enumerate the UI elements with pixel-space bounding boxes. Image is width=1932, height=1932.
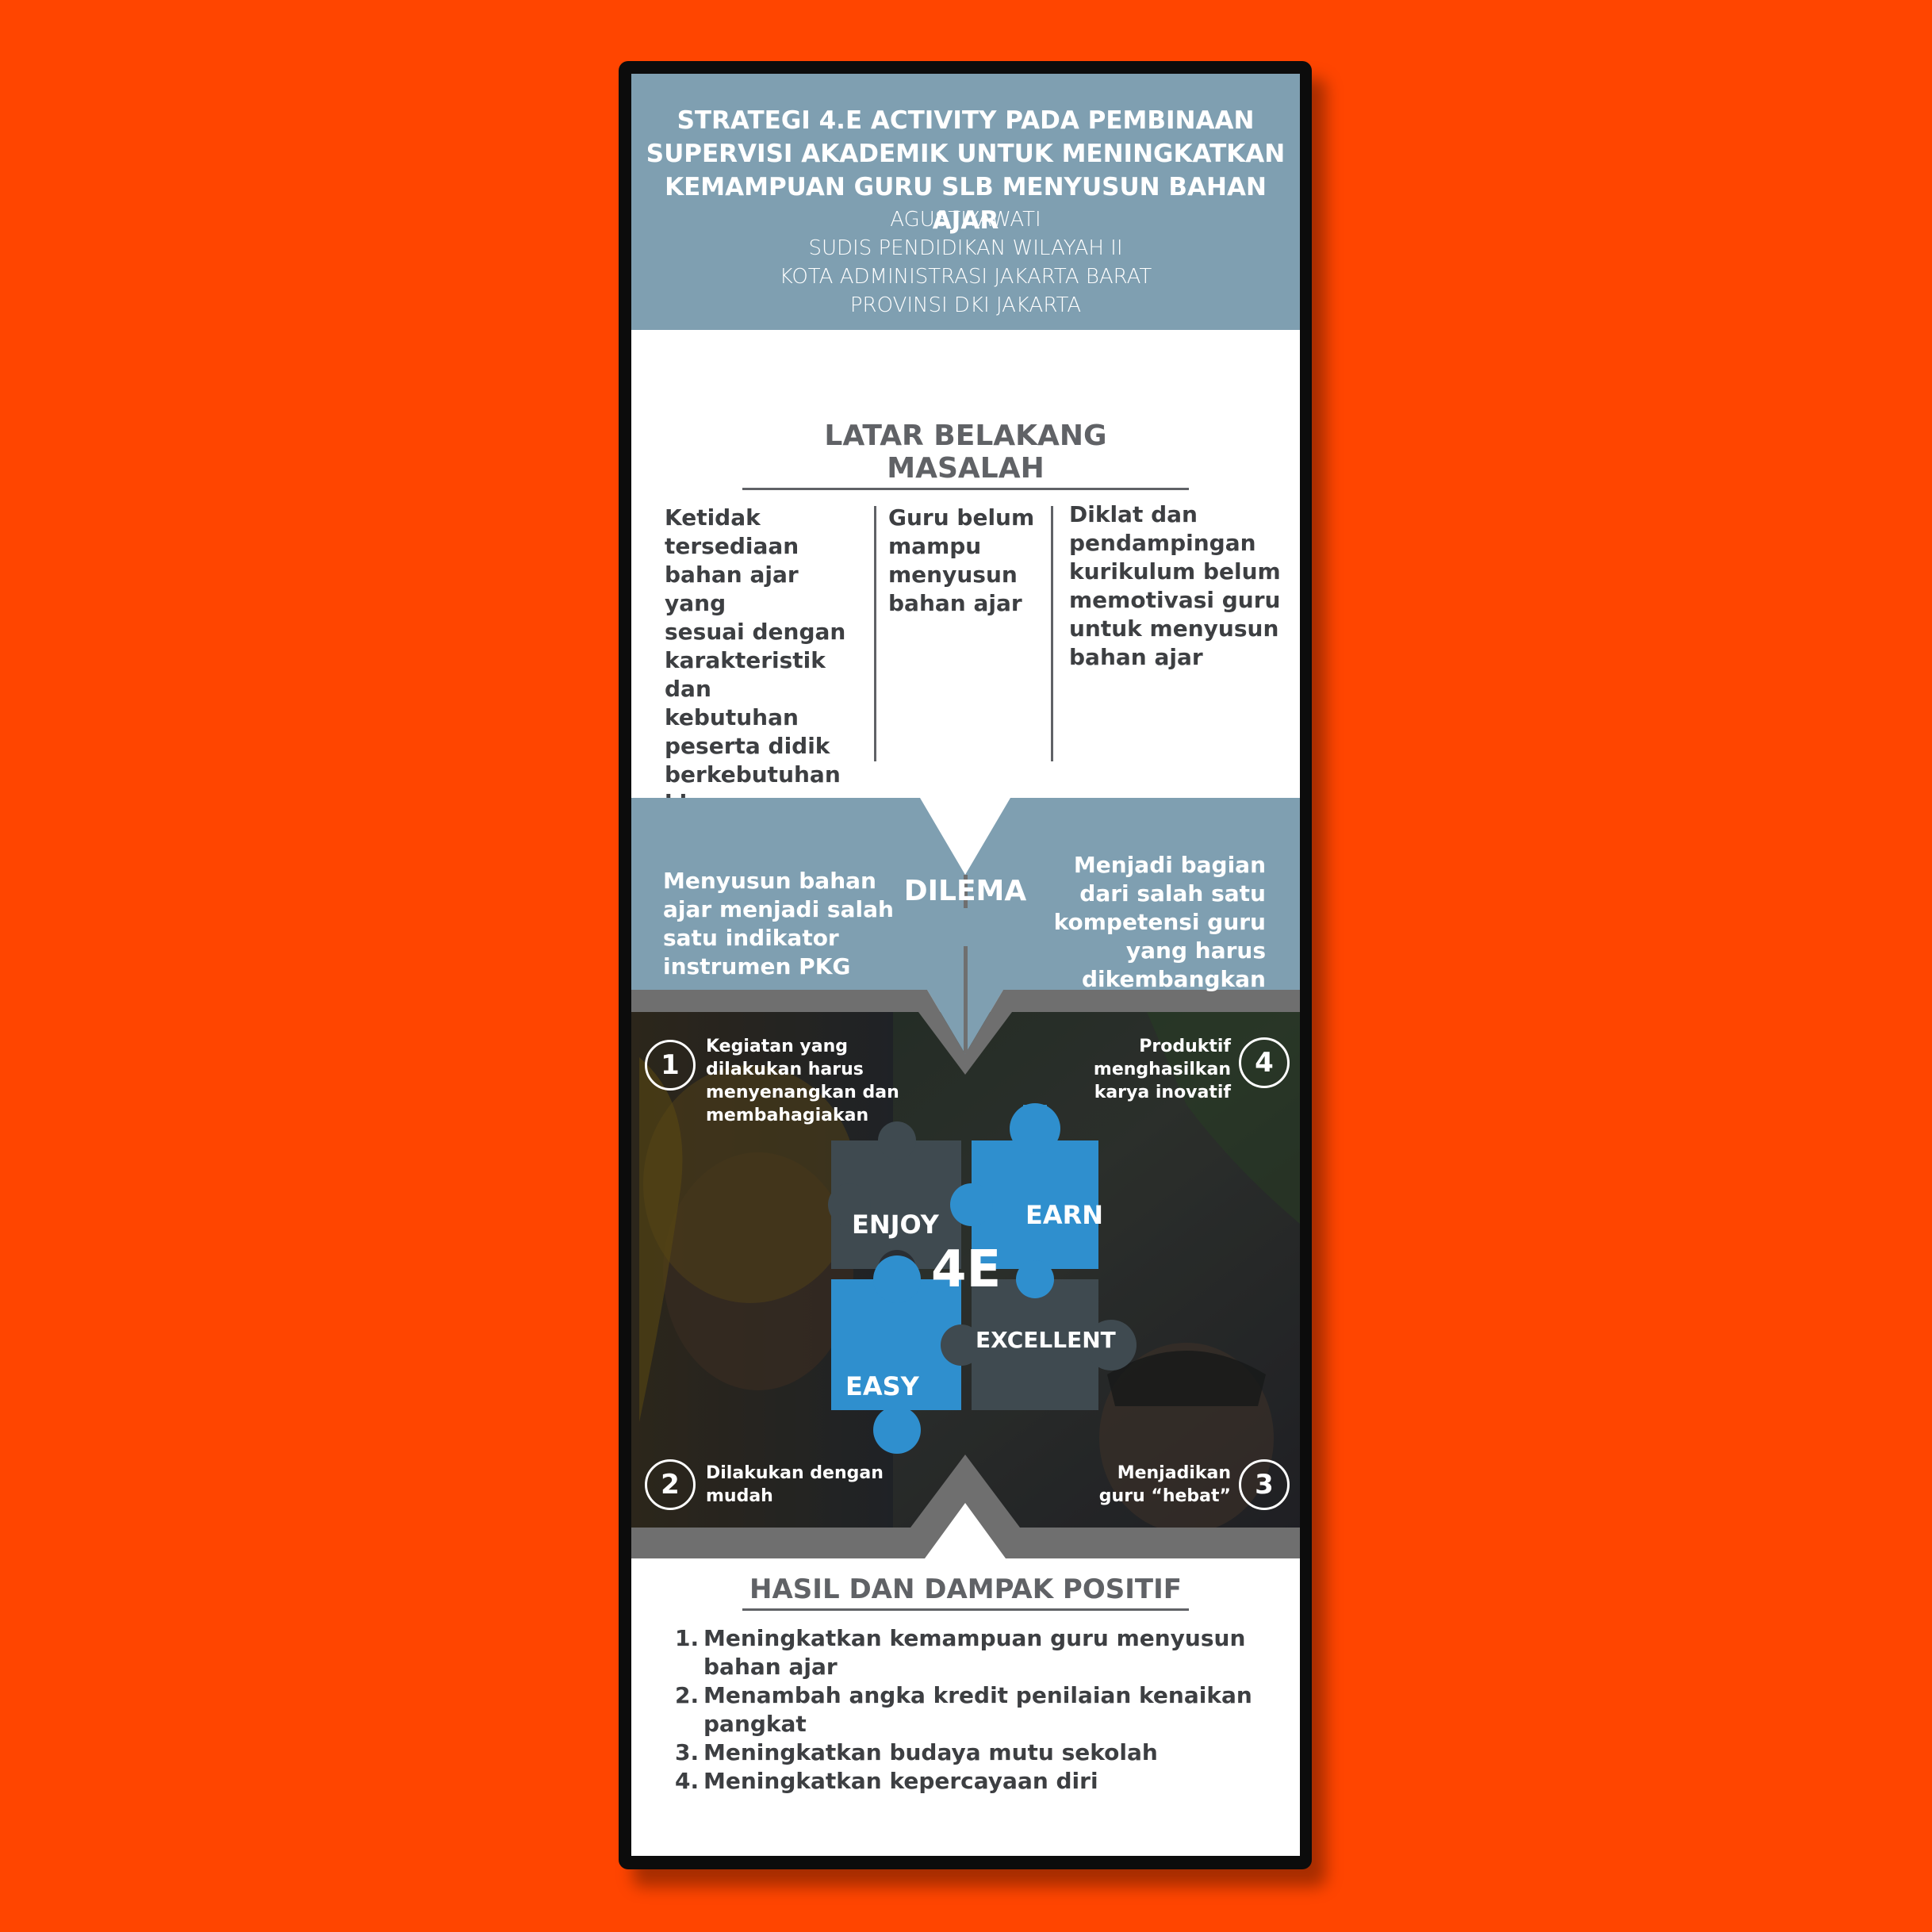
dilema-label: DILEMA <box>903 875 1027 907</box>
dilema-right-text: Menjadi bagian dari salah satu kompetens… <box>1053 852 1266 992</box>
step-4-text: Produktif menghasilkan karya inovatif <box>1093 1037 1231 1102</box>
dilema-left-text: Menyusun bahan ajar menjadi salah satu i… <box>663 868 894 979</box>
step-3-text: Menjadikan guru “hebat” <box>1098 1463 1231 1506</box>
list-text: Menambah angka kredit penilaian kenaikan… <box>703 1682 1252 1737</box>
list-text: Meningkatkan kemampuan guru menyusun bah… <box>703 1625 1246 1680</box>
step-2-text: Dilakukan dengan mudah <box>706 1463 884 1506</box>
step-2-badge: 2 <box>645 1459 696 1510</box>
excellent-label: EXCELLENT <box>976 1327 1116 1353</box>
list-number: 1. <box>675 1625 700 1651</box>
list-item: 3. Meningkatkan budaya mutu sekolah <box>675 1738 1262 1767</box>
list-number: 2. <box>675 1682 700 1708</box>
enjoy-label: ENJOY <box>852 1209 939 1240</box>
earn-label: EARN <box>1025 1200 1104 1230</box>
step-1-badge: 1 <box>645 1040 696 1091</box>
list-text: Meningkatkan budaya mutu sekolah <box>703 1739 1158 1765</box>
results-heading: HASIL DAN DAMPAK POSITIF <box>742 1574 1189 1611</box>
poster-frame: STRATEGI 4.E ACTIVITY PADA PEMBINAAN SUP… <box>619 61 1312 1869</box>
list-item: 2. Menambah angka kredit penilaian kenaik… <box>675 1681 1262 1738</box>
easy-label: EASY <box>845 1371 919 1401</box>
results-list: 1. Meningkatkan kemampuan guru menyusun b… <box>675 1624 1262 1796</box>
step-3-badge: 3 <box>1239 1459 1290 1510</box>
list-item: 1. Meningkatkan kemampuan guru menyusun b… <box>675 1624 1262 1681</box>
list-item: 4. Meningkatkan kepercayaan diri <box>675 1767 1262 1796</box>
center-4e-label: 4E <box>931 1240 1002 1299</box>
poster-content: STRATEGI 4.E ACTIVITY PADA PEMBINAAN SUP… <box>631 74 1300 1856</box>
list-number: 3. <box>675 1739 700 1765</box>
step-4-badge: 4 <box>1239 1037 1290 1088</box>
list-text: Meningkatkan kepercayaan diri <box>703 1768 1098 1794</box>
step-1-text: Kegiatan yang dilakukan harus menyenangk… <box>706 1037 899 1125</box>
list-number: 4. <box>675 1768 700 1794</box>
